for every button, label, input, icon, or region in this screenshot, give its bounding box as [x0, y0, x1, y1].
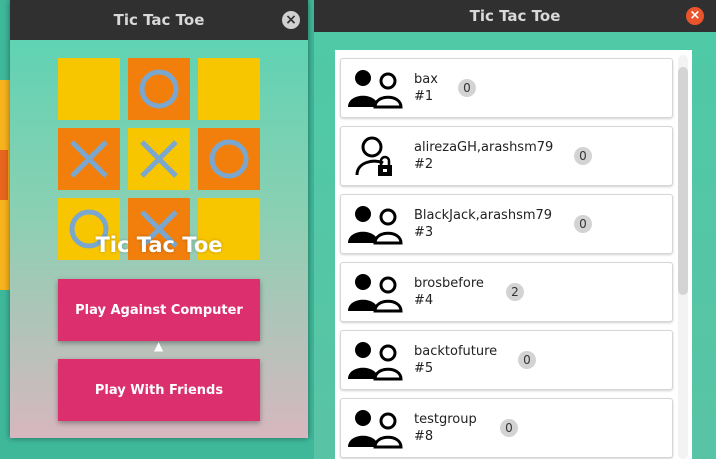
chat-number: #8 [414, 429, 434, 444]
chat-number: #1 [414, 89, 434, 104]
board-cell [198, 128, 260, 190]
chat-list-item[interactable]: bax #1 0 [340, 58, 673, 118]
chat-number: #2 [414, 157, 434, 172]
group-icon [346, 405, 404, 451]
chat-list-window: Tic Tac Toe × bax #1 0 alirezaGH,arashsm79 #… [314, 0, 716, 459]
game-title: Tic Tac Toe [95, 233, 223, 257]
chat-number: #4 [414, 293, 434, 308]
chat-list-item[interactable]: testgroup #8 0 [340, 398, 673, 458]
unread-count-badge: 0 [574, 215, 592, 233]
locked-user-icon [346, 133, 404, 179]
play-with-friends-label: Play With Friends [94, 382, 224, 398]
chat-list-content: bax #1 0 alirezaGH,arashsm79 #2 0 BlackJack,ar… [314, 32, 716, 459]
o-mark-icon [139, 69, 179, 109]
play-with-friends-button[interactable]: Play With Friends [58, 359, 260, 421]
game-menu-window: Tic Tac Toe × Tic Tac Toe Play Against C… [10, 0, 308, 438]
unread-count-badge: 0 [518, 351, 536, 369]
unread-count-badge: 0 [574, 147, 592, 165]
board-cell [58, 58, 120, 120]
close-icon: × [689, 8, 701, 23]
board-cell [128, 128, 190, 190]
chat-name: BlackJack,arashsm79 [414, 208, 553, 223]
scrollbar-thumb[interactable] [678, 67, 688, 295]
group-icon [346, 201, 404, 247]
x-mark-icon [140, 140, 178, 178]
right-window-title: Tic Tac Toe [469, 7, 561, 25]
board-cell [58, 128, 120, 190]
x-mark-icon [70, 140, 108, 178]
chat-list[interactable]: bax #1 0 alirezaGH,arashsm79 #2 0 BlackJack,ar… [335, 50, 692, 459]
o-mark-icon [209, 139, 249, 179]
right-close-button[interactable]: × [686, 7, 704, 25]
group-icon [346, 337, 404, 383]
close-icon: × [285, 12, 297, 28]
left-close-button[interactable]: × [282, 11, 300, 29]
left-window-title: Tic Tac Toe [113, 11, 205, 29]
game-menu-content: Tic Tac Toe Play Against Computer ▲ Play… [10, 40, 308, 438]
group-icon [346, 65, 404, 111]
chat-name: backtofuture [414, 344, 498, 359]
chat-list-item[interactable]: backtofuture #5 0 [340, 330, 673, 390]
left-titlebar[interactable]: Tic Tac Toe × [10, 0, 308, 40]
chat-name: alirezaGH,arashsm79 [414, 140, 554, 155]
group-icon [346, 269, 404, 315]
board-cell [198, 58, 260, 120]
chat-number: #5 [414, 361, 434, 376]
play-against-computer-button[interactable]: Play Against Computer [58, 279, 260, 341]
tic-tac-toe-logo-board [58, 58, 260, 260]
chat-number: #3 [414, 225, 434, 240]
unread-count-badge: 0 [458, 79, 476, 97]
chat-list-item[interactable]: brosbefore #4 2 [340, 262, 673, 322]
unread-count-badge: 2 [506, 283, 524, 301]
play-against-computer-label: Play Against Computer [75, 302, 243, 318]
scrollbar[interactable] [678, 55, 688, 459]
right-titlebar[interactable]: Tic Tac Toe × [314, 0, 716, 32]
desktop-background-window-accent [0, 150, 8, 200]
chat-list-item[interactable]: alirezaGH,arashsm79 #2 0 [340, 126, 673, 186]
board-cell [128, 58, 190, 120]
cursor-arrow-icon: ▲ [154, 339, 164, 353]
chat-name: brosbefore [414, 276, 484, 291]
chat-name: bax [414, 72, 438, 87]
chat-name: testgroup [414, 412, 477, 427]
chat-list-item[interactable]: BlackJack,arashsm79 #3 0 [340, 194, 673, 254]
unread-count-badge: 0 [500, 419, 518, 437]
